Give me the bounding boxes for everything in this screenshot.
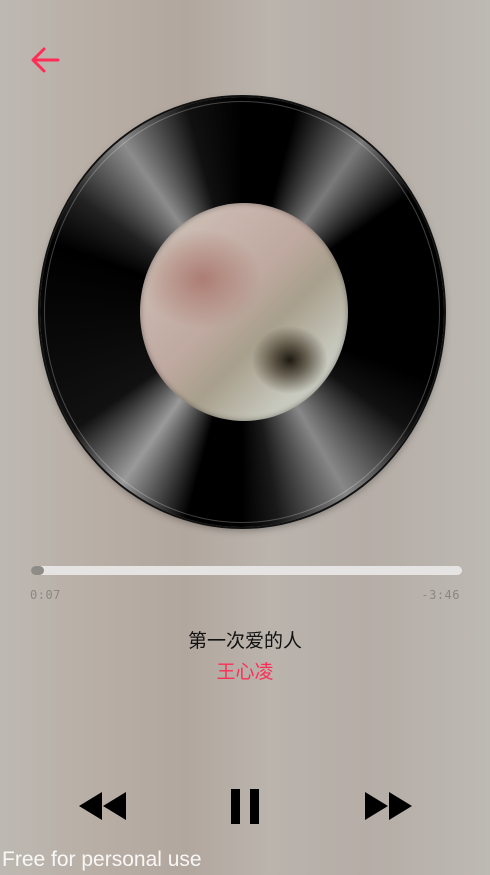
watermark-text: Free for personal use: [2, 848, 202, 871]
rewind-button[interactable]: [76, 789, 128, 823]
song-title: 第一次爱的人: [187, 630, 302, 652]
rewind-icon: [79, 792, 126, 820]
back-button[interactable]: [28, 42, 64, 78]
vinyl-record: [40, 97, 444, 527]
progress-fill: [31, 566, 44, 575]
pause-button[interactable]: [229, 788, 261, 825]
artist-name: 王心凌: [216, 661, 274, 683]
elapsed-time: 0:07: [30, 588, 61, 602]
pause-icon: [231, 789, 259, 824]
album-cover: [140, 203, 348, 421]
arrow-left-icon: [31, 47, 60, 73]
remaining-time: -3:46: [421, 588, 460, 602]
progress-slider[interactable]: [31, 566, 462, 575]
music-player-screen: 0:07 -3:46 第一次爱的人 王心凌 Free for personal …: [0, 0, 490, 875]
fast-forward-button[interactable]: [363, 789, 415, 823]
fast-forward-icon: [365, 792, 412, 820]
